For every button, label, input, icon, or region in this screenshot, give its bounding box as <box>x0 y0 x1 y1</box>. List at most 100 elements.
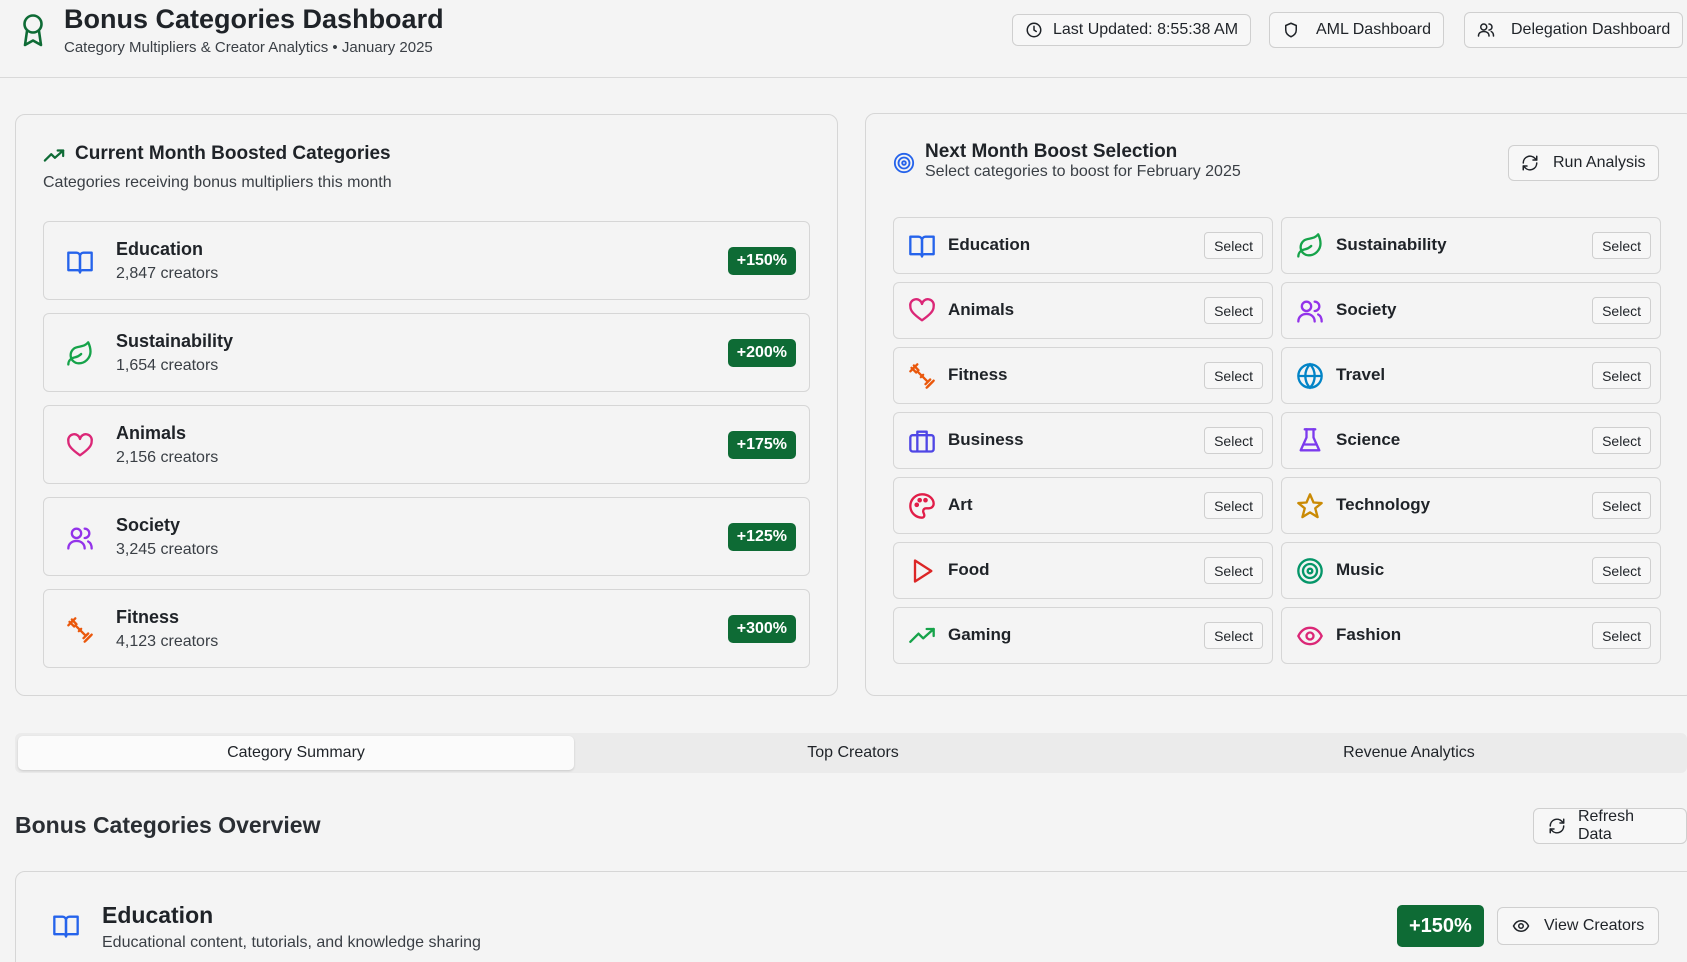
page-subtitle: Category Multipliers & Creator Analytics… <box>64 39 433 56</box>
refresh-icon <box>1522 155 1538 171</box>
select-button[interactable]: Select <box>1592 492 1651 519</box>
book-icon <box>67 251 93 274</box>
select-button[interactable]: Select <box>1204 427 1263 454</box>
select-item-society[interactable]: Society Select <box>1281 282 1661 339</box>
select-item-business[interactable]: Business Select <box>893 412 1273 469</box>
select-button[interactable]: Select <box>1592 362 1651 389</box>
heart-icon <box>67 433 93 457</box>
clock-icon <box>1026 22 1042 38</box>
select-item-name: Science <box>1336 430 1401 449</box>
select-item-art[interactable]: Art Select <box>893 477 1273 534</box>
boosted-item-animals[interactable]: Animals 2,156 creators +175% <box>43 405 810 484</box>
boosted-item-name: Sustainability <box>116 331 234 351</box>
overview-category-card: Education Educational content, tutorials… <box>15 871 1687 962</box>
select-button[interactable]: Select <box>1592 297 1651 324</box>
boosted-item-count: 3,245 creators <box>116 541 219 558</box>
eye-icon <box>1512 919 1530 933</box>
select-button[interactable]: Select <box>1592 557 1651 584</box>
users-icon <box>1477 23 1495 37</box>
select-item-fashion[interactable]: Fashion Select <box>1281 607 1661 664</box>
view-creators-button[interactable]: View Creators <box>1497 907 1660 945</box>
star-icon <box>1297 493 1323 519</box>
select-item-name: Fitness <box>948 365 1008 384</box>
select-item-name: Gaming <box>948 625 1012 644</box>
next-card-title: Next Month Boost Selection <box>925 141 1178 162</box>
tab-category-summary[interactable]: Category Summary <box>18 736 574 770</box>
header: Bonus Categories Dashboard Category Mult… <box>0 0 1687 78</box>
select-item-travel[interactable]: Travel Select <box>1281 347 1661 404</box>
multiplier-badge: +150% <box>727 247 796 275</box>
select-item-animals[interactable]: Animals Select <box>893 282 1273 339</box>
select-item-education[interactable]: Education Select <box>893 217 1273 274</box>
overview-section-title: Bonus Categories Overview <box>15 812 321 838</box>
boosted-item-name: Education <box>116 239 204 259</box>
select-button[interactable]: Select <box>1592 622 1651 649</box>
target-icon <box>1297 558 1323 584</box>
award-icon <box>23 14 43 47</box>
refresh-data-button[interactable]: Refresh Data <box>1533 808 1687 844</box>
select-item-name: Society <box>1336 300 1397 319</box>
boosted-item-count: 4,123 creators <box>116 633 219 650</box>
select-item-name: Technology <box>1336 495 1431 514</box>
leaf-icon <box>1297 233 1322 258</box>
select-item-name: Fashion <box>1336 625 1402 644</box>
select-item-name: Art <box>948 495 973 514</box>
select-button[interactable]: Select <box>1204 622 1263 649</box>
tab-revenue-analytics[interactable]: Revenue Analytics <box>1131 736 1687 770</box>
page-title: Bonus Categories Dashboard <box>64 4 444 34</box>
heart-icon <box>909 298 935 322</box>
select-item-name: Travel <box>1336 365 1386 384</box>
select-item-name: Animals <box>948 300 1015 319</box>
refresh-icon <box>1549 818 1565 834</box>
refresh-data-label: Refresh Data <box>1577 808 1634 843</box>
boosted-item-education[interactable]: Education 2,847 creators +150% <box>43 221 810 300</box>
boosted-item-society[interactable]: Society 3,245 creators +125% <box>43 497 810 576</box>
select-item-technology[interactable]: Technology Select <box>1281 477 1661 534</box>
select-button[interactable]: Select <box>1204 297 1263 324</box>
boosted-item-sustainability[interactable]: Sustainability 1,654 creators +200% <box>43 313 810 392</box>
boosted-item-name: Fitness <box>116 607 180 627</box>
dumbbell-icon <box>67 617 93 643</box>
select-item-music[interactable]: Music Select <box>1281 542 1661 599</box>
multiplier-badge: +125% <box>727 523 796 551</box>
last-updated-badge: Last Updated: 8:55:38 AM <box>1012 14 1252 46</box>
aml-dashboard-button[interactable]: AML Dashboard <box>1269 12 1445 48</box>
select-item-science[interactable]: Science Select <box>1281 412 1661 469</box>
select-button[interactable]: Select <box>1204 362 1263 389</box>
globe-icon <box>1297 362 1323 390</box>
next-month-selection-card: Next Month Boost Selection Select catego… <box>865 113 1687 696</box>
boosted-item-count: 2,847 creators <box>116 265 219 282</box>
tab-top-creators[interactable]: Top Creators <box>575 736 1131 770</box>
select-button[interactable]: Select <box>1204 232 1263 259</box>
select-item-fitness[interactable]: Fitness Select <box>893 347 1273 404</box>
multiplier-badge: +150% <box>1397 905 1484 947</box>
select-button[interactable]: Select <box>1592 232 1651 259</box>
users-icon <box>67 527 93 550</box>
multiplier-badge: +300% <box>727 615 796 643</box>
current-card-title: Current Month Boosted Categories <box>75 143 391 164</box>
trending-up-icon <box>909 627 935 643</box>
run-analysis-button[interactable]: Run Analysis <box>1508 145 1659 181</box>
trending-up-icon <box>43 149 65 162</box>
select-item-name: Sustainability <box>1336 235 1447 254</box>
palette-icon <box>909 493 935 519</box>
run-analysis-label: Run Analysis <box>1553 154 1646 171</box>
overview-category-name: Education <box>102 902 214 928</box>
select-button[interactable]: Select <box>1592 427 1651 454</box>
select-item-gaming[interactable]: Gaming Select <box>893 607 1273 664</box>
select-item-name: Music <box>1336 560 1385 579</box>
boosted-item-fitness[interactable]: Fitness 4,123 creators +300% <box>43 589 810 668</box>
select-item-sustainability[interactable]: Sustainability Select <box>1281 217 1661 274</box>
last-updated-text: Last Updated: 8:55:38 AM <box>1053 21 1239 38</box>
select-button[interactable]: Select <box>1204 557 1263 584</box>
next-card-description: Select categories to boost for February … <box>925 163 1241 180</box>
leaf-icon <box>67 341 92 366</box>
briefcase-icon <box>909 430 935 453</box>
boosted-item-name: Animals <box>116 423 187 443</box>
delegation-dashboard-button[interactable]: Delegation Dashboard <box>1464 12 1684 48</box>
select-item-name: Education <box>948 235 1031 254</box>
select-button[interactable]: Select <box>1204 492 1263 519</box>
select-item-food[interactable]: Food Select <box>893 542 1273 599</box>
eye-icon <box>1297 626 1323 646</box>
users-icon <box>1297 300 1323 323</box>
